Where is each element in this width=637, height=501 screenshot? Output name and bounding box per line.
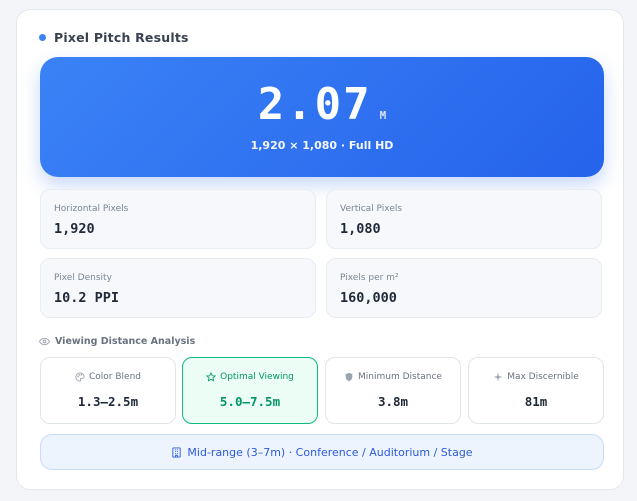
stat-label: Vertical Pixels [340,204,403,214]
title-dot-icon [39,34,46,41]
viewing-card-label: Optimal Viewing [220,372,294,382]
stat-pixels-per-m2: Pixels per m² 160,000 [326,258,602,318]
viewing-card-value: 5.0–7.5m [219,394,281,409]
viewing-distance-label: Viewing Distance Analysis [55,336,196,347]
shield-icon [344,372,354,382]
stat-value: 1,080 [340,221,381,237]
viewing-card-value: 81m [524,394,548,409]
viewing-card-optimal: Optimal Viewing 5.0–7.5m [182,357,318,424]
total-pixels-value: 2.07 [257,79,372,130]
stat-value: 10.2 PPI [54,290,120,306]
viewing-card-minimum-distance: Minimum Distance 3.8m [325,357,461,424]
resolution-subtitle: 1,920 × 1,080 · Full HD [250,139,394,152]
stat-label: Pixel Density [54,273,112,283]
building-icon [171,446,182,458]
sparkle-icon [493,372,503,382]
eye-icon [39,336,50,347]
viewing-card-label: Max Discernible [507,372,579,382]
viewing-card-max-discernible: Max Discernible 81m [468,357,604,424]
stat-label: Pixels per m² [340,273,399,283]
stat-label: Horizontal Pixels [54,204,129,214]
star-icon [206,372,217,382]
pixel-pitch-hero: 2.07 M 1,920 × 1,080 · Full HD [40,57,604,177]
viewing-distance-header: Viewing Distance Analysis [39,336,195,347]
palette-icon [75,372,85,382]
recommendation-text: Mid-range (3–7m) · Conference / Auditori… [187,445,473,459]
total-pixels-unit: M [379,109,387,122]
viewing-card-value: 3.8m [377,394,409,409]
viewing-card-label: Color Blend [89,372,141,382]
recommendation-banner: Mid-range (3–7m) · Conference / Auditori… [40,434,604,470]
viewing-card-color-blend: Color Blend 1.3–2.5m [40,357,176,424]
stat-pixel-density: Pixel Density 10.2 PPI [40,258,316,318]
stat-vertical-pixels: Vertical Pixels 1,080 [326,189,602,249]
results-header: Pixel Pitch Results [39,30,189,45]
stat-horizontal-pixels: Horizontal Pixels 1,920 [40,189,316,249]
results-card: Pixel Pitch Results 2.07 M 1,920 × 1,080… [16,9,624,490]
viewing-card-label: Minimum Distance [358,372,442,382]
stat-value: 1,920 [54,221,95,237]
stat-value: 160,000 [340,290,397,306]
results-title: Pixel Pitch Results [54,30,189,45]
viewing-card-value: 1.3–2.5m [77,394,139,409]
